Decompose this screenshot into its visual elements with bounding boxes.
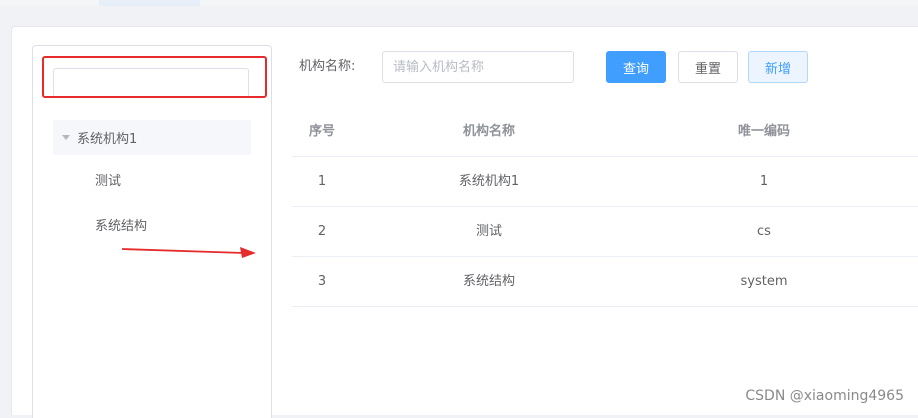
org-tree-panel: 系统机构1 测试 系统结构 <box>32 45 272 418</box>
arrow-annotation-icon <box>121 247 256 258</box>
cell-code: system <box>740 274 788 289</box>
active-tab-indicator[interactable] <box>99 0 200 6</box>
column-header-code[interactable]: 唯一编码 <box>684 107 844 156</box>
tree-node-child[interactable]: 测试 <box>95 172 121 192</box>
org-name-label: 机构名称: <box>299 59 356 74</box>
cell-index: 2 <box>317 224 327 239</box>
tree-node-root[interactable]: 系统机构1 <box>53 120 251 155</box>
tree-node-label: 系统结构 <box>95 219 148 234</box>
query-button[interactable]: 查询 <box>606 51 666 83</box>
watermark: CSDN @xiaoming4965 <box>745 388 904 404</box>
cell-index: 1 <box>317 174 327 189</box>
cell-code: 1 <box>759 174 769 189</box>
column-header-name[interactable]: 机构名称 <box>409 107 569 156</box>
cell-name: 系统结构 <box>462 274 515 289</box>
tree-node-child[interactable]: 系统结构 <box>95 217 147 237</box>
org-table: 序号 机构名称 唯一编码 1 系统机构1 1 2 测试 cs 3 系统结构 sy… <box>292 107 918 307</box>
tree-search-input[interactable] <box>53 68 249 98</box>
cell-name: 测试 <box>475 224 502 239</box>
caret-down-icon[interactable] <box>62 135 70 140</box>
column-header-index[interactable]: 序号 <box>292 107 352 156</box>
top-tab-bar <box>0 0 918 6</box>
table-row[interactable]: 2 测试 cs <box>292 207 918 257</box>
table-header-row: 序号 机构名称 唯一编码 <box>292 107 918 157</box>
table-row[interactable]: 1 系统机构1 1 <box>292 157 918 207</box>
reset-button[interactable]: 重置 <box>678 51 738 83</box>
tree-node-label: 测试 <box>95 174 122 189</box>
cell-index: 3 <box>317 274 327 289</box>
cell-code: cs <box>757 224 771 239</box>
org-name-input[interactable] <box>382 51 574 83</box>
tree-node-label: 系统机构1 <box>77 132 138 147</box>
content-panel: 系统机构1 测试 系统结构 机构名称: 查询 重置 新增 序号 机构名称 唯一编… <box>11 26 918 418</box>
table-row[interactable]: 3 系统结构 system <box>292 257 918 307</box>
cell-name: 系统机构1 <box>458 174 520 189</box>
add-button[interactable]: 新增 <box>748 51 808 83</box>
